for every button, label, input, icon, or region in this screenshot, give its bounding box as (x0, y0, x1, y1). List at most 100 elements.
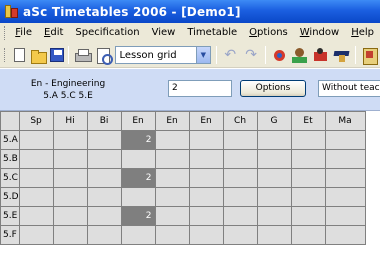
lesson-cell[interactable] (86, 206, 122, 226)
generate-icon[interactable] (271, 47, 288, 64)
lesson-cell[interactable] (222, 149, 258, 169)
lesson-cell[interactable] (188, 168, 224, 188)
print-icon[interactable] (74, 47, 92, 64)
lesson-cell[interactable] (52, 187, 88, 207)
lesson-cell[interactable] (86, 187, 122, 207)
classroom-icon[interactable] (312, 47, 329, 64)
lesson-cell[interactable] (18, 187, 54, 207)
lesson-cell[interactable] (18, 225, 54, 245)
lesson-cell[interactable] (188, 225, 224, 245)
lesson-cell[interactable] (324, 130, 366, 150)
lesson-cell[interactable] (256, 149, 292, 169)
menu-edit[interactable]: Edit (38, 24, 69, 42)
class-icon[interactable] (333, 47, 350, 64)
menu-view[interactable]: View (146, 24, 182, 42)
lesson-cell[interactable] (188, 149, 224, 169)
lesson-cell[interactable] (256, 225, 292, 245)
lesson-cell[interactable] (290, 206, 326, 226)
options-button[interactable]: Options (240, 80, 306, 97)
lesson-cell[interactable] (290, 187, 326, 207)
column-header[interactable]: G (256, 111, 292, 131)
lesson-cell[interactable] (256, 168, 292, 188)
lesson-cell[interactable] (154, 225, 190, 245)
lesson-cell[interactable] (18, 149, 54, 169)
lesson-cell[interactable] (154, 206, 190, 226)
teacher-icon[interactable] (291, 47, 308, 64)
column-header[interactable]: En (188, 111, 224, 131)
column-header[interactable]: Ma (324, 111, 366, 131)
lesson-cell[interactable] (52, 206, 88, 226)
row-header[interactable]: 5.A (0, 130, 20, 150)
lesson-cell[interactable] (290, 130, 326, 150)
lesson-cell[interactable] (222, 225, 258, 245)
lesson-cell[interactable] (256, 206, 292, 226)
lesson-cell[interactable] (120, 187, 156, 207)
lesson-cell[interactable] (222, 130, 258, 150)
lesson-cell[interactable] (154, 149, 190, 169)
lesson-cell[interactable] (324, 225, 366, 245)
lesson-cell[interactable] (324, 149, 366, 169)
print-preview-icon[interactable] (95, 47, 113, 65)
view-select[interactable]: Lesson grid ▼ (115, 46, 211, 64)
lesson-cell[interactable] (86, 149, 122, 169)
lesson-cell[interactable] (222, 168, 258, 188)
lesson-cell[interactable] (120, 149, 156, 169)
column-header[interactable]: Et (290, 111, 326, 131)
undo-icon[interactable]: ↶ (222, 47, 239, 64)
row-header[interactable]: 5.C (0, 168, 20, 188)
redo-icon[interactable]: ↷ (243, 47, 260, 64)
lesson-cell[interactable] (18, 206, 54, 226)
lesson-cell[interactable] (188, 206, 224, 226)
lesson-cell[interactable] (324, 206, 366, 226)
lesson-cell-filled[interactable]: 2 (120, 130, 156, 150)
lesson-cell[interactable] (18, 130, 54, 150)
menu-help[interactable]: Help (345, 24, 380, 42)
save-icon[interactable] (49, 48, 64, 62)
lesson-cell[interactable] (188, 187, 224, 207)
lesson-cell[interactable] (52, 225, 88, 245)
lesson-cell[interactable] (52, 149, 88, 169)
lesson-cell[interactable] (222, 206, 258, 226)
lesson-cell[interactable] (18, 168, 54, 188)
toolbar-grip[interactable] (4, 48, 7, 62)
lesson-cell[interactable] (290, 225, 326, 245)
lesson-cell[interactable] (256, 130, 292, 150)
lesson-cell[interactable] (86, 225, 122, 245)
column-header[interactable]: Sp (18, 111, 54, 131)
title-bar[interactable]: aSc Timetables 2006 - [Demo1] (0, 0, 380, 23)
lesson-cell[interactable] (256, 187, 292, 207)
subject-icon[interactable] (361, 47, 378, 65)
lesson-cell[interactable] (154, 130, 190, 150)
menu-specification[interactable]: Specification (69, 24, 145, 42)
lesson-cell[interactable] (324, 168, 366, 188)
column-header[interactable]: En (120, 111, 156, 131)
column-header[interactable]: Hi (52, 111, 88, 131)
lesson-cell[interactable] (324, 187, 366, 207)
column-header[interactable]: Bi (86, 111, 122, 131)
lesson-cell[interactable] (290, 149, 326, 169)
lesson-cell[interactable] (86, 168, 122, 188)
lesson-cell[interactable] (290, 168, 326, 188)
menu-file[interactable]: File (9, 24, 38, 42)
menu-grip[interactable] (4, 26, 6, 40)
lesson-count-input[interactable]: 2 (168, 80, 232, 97)
lesson-cell-filled[interactable]: 2 (120, 206, 156, 226)
open-icon[interactable] (30, 47, 47, 64)
column-header[interactable]: En (154, 111, 190, 131)
teacher-filter-select[interactable]: Without teacher (318, 80, 380, 97)
row-header[interactable]: 5.B (0, 149, 20, 169)
lesson-cell[interactable] (120, 225, 156, 245)
lesson-cell[interactable] (52, 130, 88, 150)
new-icon[interactable] (13, 48, 25, 62)
lesson-cell[interactable] (154, 168, 190, 188)
lesson-cell-filled[interactable]: 2 (120, 168, 156, 188)
row-header[interactable]: 5.D (0, 187, 20, 207)
row-header[interactable]: 5.F (0, 225, 20, 245)
lesson-cell[interactable] (154, 187, 190, 207)
column-header[interactable]: Ch (222, 111, 258, 131)
menu-window[interactable]: Window (294, 24, 345, 42)
lesson-cell[interactable] (188, 130, 224, 150)
row-header[interactable]: 5.E (0, 206, 20, 226)
lesson-cell[interactable] (222, 187, 258, 207)
menu-timetable[interactable]: Timetable (181, 24, 243, 42)
